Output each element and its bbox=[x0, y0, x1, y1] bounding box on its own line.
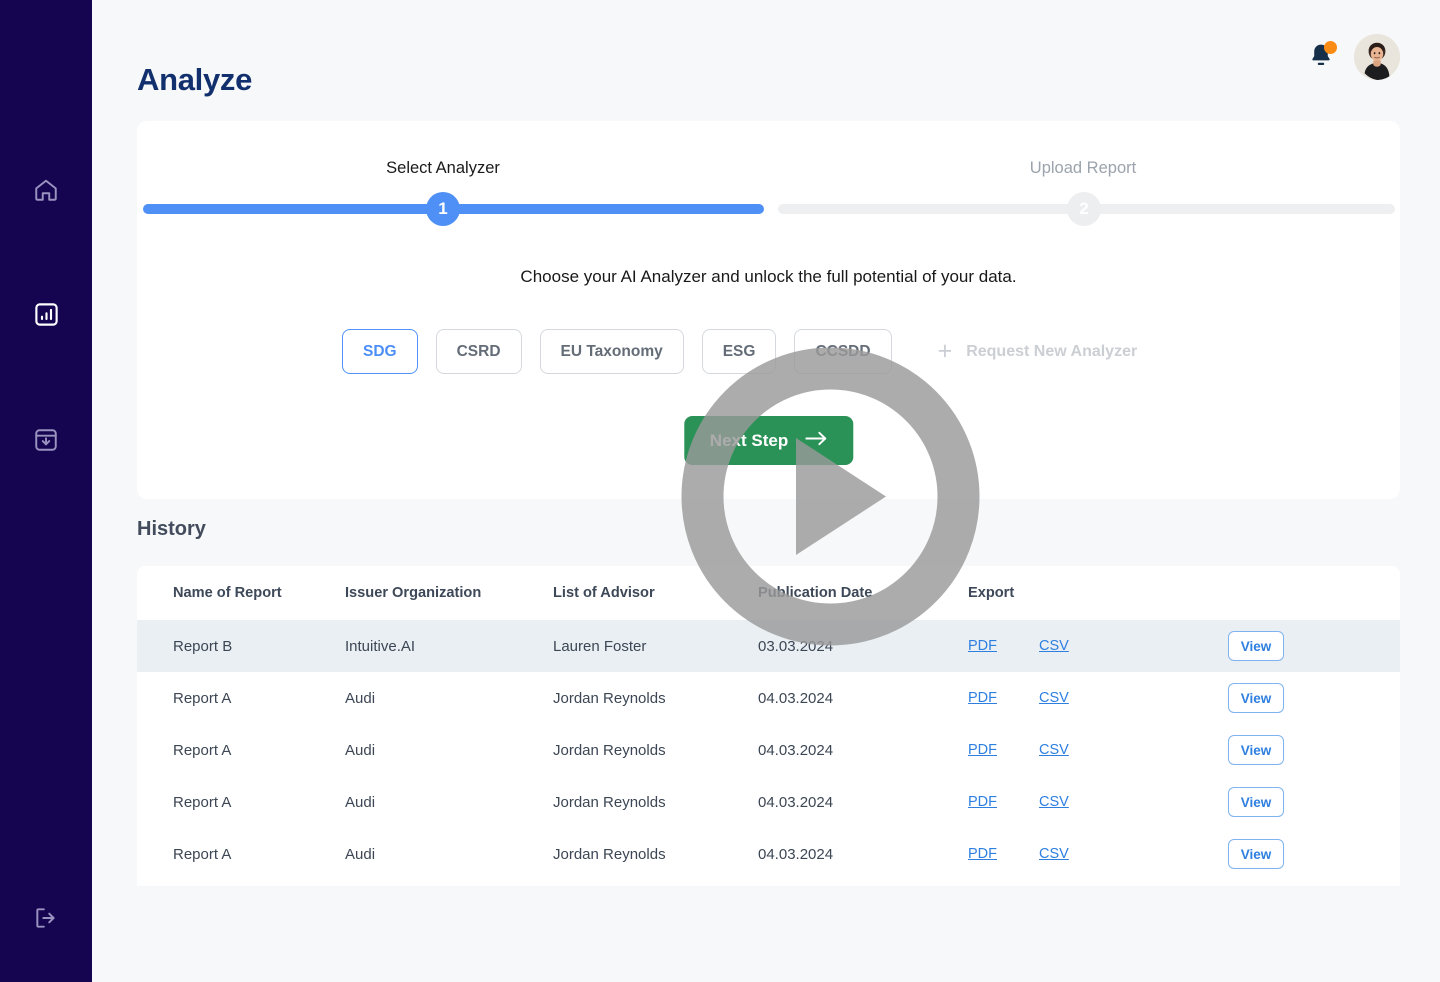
cell-actions: View bbox=[1228, 620, 1400, 672]
play-button-icon bbox=[680, 634, 981, 651]
table-body: Report BIntuitive.AILauren Foster03.03.2… bbox=[137, 620, 1400, 880]
header-actions bbox=[1308, 34, 1400, 80]
cell-advisor: Jordan Reynolds bbox=[553, 724, 758, 776]
export-links: PDFCSV bbox=[968, 638, 1228, 654]
chart-bar-icon bbox=[33, 301, 60, 328]
export-pdf-link[interactable]: PDF bbox=[968, 690, 997, 706]
stepper-track: 1 2 bbox=[143, 204, 1395, 214]
view-button[interactable]: View bbox=[1228, 787, 1284, 817]
export-links: PDF CSV bbox=[968, 742, 1228, 758]
step-node-2[interactable]: 2 bbox=[1067, 192, 1101, 226]
column-header-export: Export bbox=[968, 566, 1228, 620]
view-button[interactable]: View bbox=[1228, 683, 1284, 713]
play-button-overlay[interactable] bbox=[680, 346, 981, 647]
cell-advisor: Jordan Reynolds bbox=[553, 672, 758, 724]
view-button[interactable]: View bbox=[1228, 735, 1284, 765]
step-2-label: Upload Report bbox=[1030, 159, 1136, 178]
logout-icon bbox=[33, 905, 59, 931]
view-button[interactable]: View bbox=[1228, 631, 1284, 661]
column-header-issuer: Issuer Organization bbox=[345, 566, 553, 620]
column-header-name: Name of Report bbox=[137, 566, 345, 620]
cell-report-name: Report A bbox=[137, 828, 345, 880]
cell-actions: View bbox=[1228, 724, 1400, 776]
cell-export: PDFCSV bbox=[968, 620, 1228, 672]
export-pdf-link[interactable]: PDF bbox=[968, 794, 997, 810]
table-row[interactable]: Report AAudiJordan Reynolds04.03.2024PDF… bbox=[137, 672, 1400, 724]
notifications-button[interactable] bbox=[1308, 42, 1336, 72]
analyzer-option-csrd[interactable]: CSRD bbox=[436, 329, 522, 374]
column-header-actions bbox=[1228, 566, 1400, 620]
sidebar bbox=[0, 0, 92, 982]
cell-actions: View bbox=[1228, 828, 1400, 880]
main-content: Analyze Select Analyzer Upload Report 1 … bbox=[92, 0, 1440, 982]
sidebar-item-analyze[interactable] bbox=[0, 292, 92, 336]
home-icon bbox=[33, 177, 59, 203]
cell-export: PDF CSV bbox=[968, 672, 1228, 724]
step-node-1[interactable]: 1 bbox=[426, 192, 460, 226]
cell-advisor: Jordan Reynolds bbox=[553, 828, 758, 880]
cell-actions: View bbox=[1228, 672, 1400, 724]
export-pdf-link[interactable]: PDF bbox=[968, 846, 997, 862]
export-csv-link[interactable]: CSV bbox=[1039, 794, 1069, 810]
export-links: PDF CSV bbox=[968, 846, 1228, 862]
table-row[interactable]: Report AAudiJordan Reynolds04.03.2024PDF… bbox=[137, 724, 1400, 776]
cell-report-name: Report A bbox=[137, 724, 345, 776]
stepper-labels: Select Analyzer Upload Report bbox=[137, 159, 1400, 181]
analyzer-option-sdg[interactable]: SDG bbox=[342, 329, 418, 374]
cell-issuer: Audi bbox=[345, 828, 553, 880]
sidebar-item-logout[interactable] bbox=[0, 896, 92, 940]
export-links: PDF CSV bbox=[968, 690, 1228, 706]
table-row[interactable]: Report AAudiJordan Reynolds04.03.2024PDF… bbox=[137, 828, 1400, 880]
step-1-label: Select Analyzer bbox=[386, 159, 500, 178]
export-links: PDF CSV bbox=[968, 794, 1228, 810]
cell-report-name: Report A bbox=[137, 672, 345, 724]
sidebar-item-archive[interactable] bbox=[0, 418, 92, 462]
history-title: History bbox=[137, 518, 206, 541]
export-csv-link[interactable]: CSV bbox=[1039, 690, 1069, 706]
archive-download-icon bbox=[33, 427, 59, 453]
cell-issuer: Audi bbox=[345, 776, 553, 828]
table-row[interactable]: Report AAudiJordan Reynolds04.03.2024PDF… bbox=[137, 776, 1400, 828]
cell-publication-date: 04.03.2024 bbox=[758, 672, 968, 724]
page-title: Analyze bbox=[137, 62, 252, 98]
notification-badge bbox=[1324, 41, 1337, 54]
cell-export: PDF CSV bbox=[968, 776, 1228, 828]
cell-publication-date: 04.03.2024 bbox=[758, 776, 968, 828]
cell-issuer: Audi bbox=[345, 724, 553, 776]
cell-export: PDF CSV bbox=[968, 828, 1228, 880]
export-pdf-link[interactable]: PDF bbox=[968, 742, 997, 758]
cell-export: PDF CSV bbox=[968, 724, 1228, 776]
bell-icon bbox=[1308, 57, 1334, 74]
cell-publication-date: 04.03.2024 bbox=[758, 724, 968, 776]
export-csv-link[interactable]: CSV bbox=[1039, 742, 1069, 758]
cell-issuer: Intuitive.AI bbox=[345, 620, 553, 672]
cell-advisor: Jordan Reynolds bbox=[553, 776, 758, 828]
request-new-analyzer-label: Request New Analyzer bbox=[966, 343, 1137, 361]
analyzer-prompt: Choose your AI Analyzer and unlock the f… bbox=[137, 267, 1400, 287]
analyzer-option-eu-taxonomy[interactable]: EU Taxonomy bbox=[540, 329, 684, 374]
export-csv-link[interactable]: CSV bbox=[1039, 846, 1069, 862]
cell-issuer: Audi bbox=[345, 672, 553, 724]
export-csv-link[interactable]: CSV bbox=[1039, 638, 1069, 654]
cell-report-name: Report B bbox=[137, 620, 345, 672]
cell-publication-date: 04.03.2024 bbox=[758, 828, 968, 880]
cell-actions: View bbox=[1228, 776, 1400, 828]
cell-report-name: Report A bbox=[137, 776, 345, 828]
view-button[interactable]: View bbox=[1228, 839, 1284, 869]
sidebar-item-home[interactable] bbox=[0, 168, 92, 212]
avatar[interactable] bbox=[1354, 34, 1400, 80]
